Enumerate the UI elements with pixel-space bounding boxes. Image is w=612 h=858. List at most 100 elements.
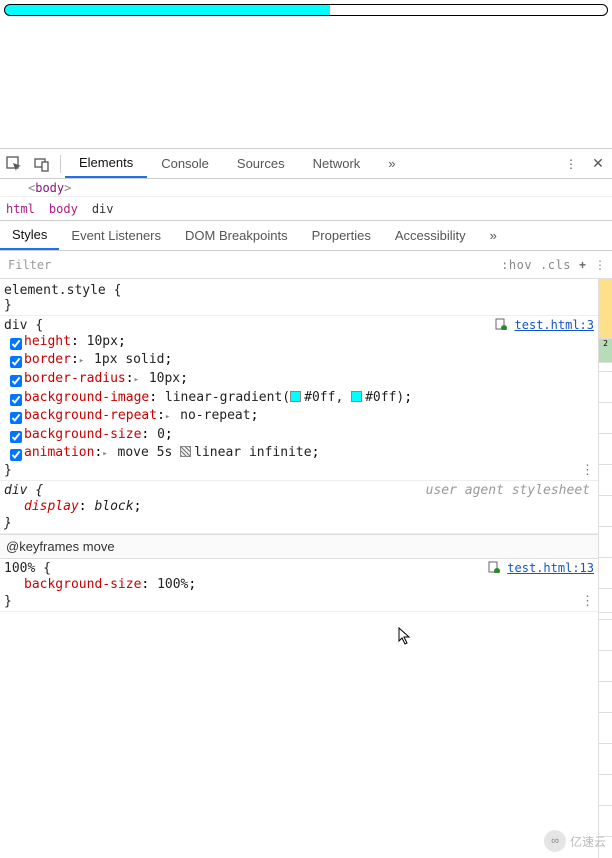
- rule-div[interactable]: test.html:3 div { height: 10px; border: …: [0, 316, 598, 481]
- separator: [60, 155, 61, 173]
- watermark: ∞ 亿速云: [544, 830, 606, 852]
- selector: element.style: [4, 283, 106, 298]
- overview-gutter[interactable]: 2: [598, 279, 612, 858]
- dom-tag: body: [35, 181, 64, 195]
- decl-background-repeat[interactable]: background-repeat: no-repeat;: [4, 407, 594, 426]
- styles-subtabs: Styles Event Listeners DOM Breakpoints P…: [0, 221, 612, 251]
- subtab-accessibility[interactable]: Accessibility: [383, 221, 478, 250]
- device-toggle-icon[interactable]: [28, 156, 56, 172]
- tab-sources[interactable]: Sources: [223, 149, 299, 178]
- val: 10px: [149, 371, 180, 386]
- filter-kebab-icon[interactable]: ⋮: [594, 258, 606, 272]
- subtab-styles[interactable]: Styles: [0, 221, 59, 250]
- val: move 5s linear infinite: [118, 445, 312, 460]
- brace: }: [4, 594, 12, 609]
- gutter-badge: 2: [599, 339, 612, 363]
- rule-ua-div: user agent stylesheet div { display: blo…: [0, 481, 598, 534]
- breadcrumb-div[interactable]: div: [92, 202, 114, 216]
- decl-background-size[interactable]: background-size: 0;: [4, 426, 594, 444]
- expand-icon[interactable]: [102, 445, 109, 460]
- color-hex: #0ff: [304, 390, 335, 405]
- decl-background-image[interactable]: background-image: linear-gradient(#0ff, …: [4, 389, 594, 407]
- devtools-panel: Elements Console Sources Network » ⋮ ✕ <…: [0, 148, 612, 858]
- color-swatch-icon[interactable]: [290, 391, 301, 402]
- inspect-icon[interactable]: [0, 156, 28, 172]
- gradient-close: ): [396, 390, 404, 405]
- sep: ,: [335, 390, 351, 405]
- brace: {: [35, 318, 43, 333]
- new-rule-icon[interactable]: +: [579, 258, 586, 272]
- decl-animation[interactable]: animation: move 5s linear infinite;: [4, 444, 594, 463]
- rule-kebab-icon[interactable]: ⋮: [581, 463, 594, 478]
- main-tabs: Elements Console Sources Network »: [65, 149, 410, 178]
- selector: 100%: [4, 561, 35, 576]
- expand-icon[interactable]: [79, 352, 86, 367]
- breadcrumb-body[interactable]: body: [49, 202, 78, 216]
- brace: }: [4, 516, 12, 531]
- prop: background-repeat: [24, 408, 157, 423]
- styles-body: element.style { } test.html:3 div { heig…: [0, 279, 612, 858]
- close-icon[interactable]: ✕: [584, 155, 612, 172]
- source-link[interactable]: test.html:13: [488, 561, 594, 575]
- tab-console[interactable]: Console: [147, 149, 223, 178]
- tabs-overflow-icon[interactable]: »: [374, 149, 409, 178]
- subtab-properties[interactable]: Properties: [300, 221, 383, 250]
- filter-input[interactable]: [6, 257, 493, 273]
- ua-note: user agent stylesheet: [426, 483, 594, 498]
- prop: border: [24, 352, 71, 367]
- decl-checkbox[interactable]: [6, 446, 25, 467]
- prop: border-radius: [24, 371, 126, 386]
- brace: }: [4, 298, 12, 313]
- breadcrumb-html[interactable]: html: [6, 202, 35, 216]
- decl-border[interactable]: border: 1px solid;: [4, 351, 594, 370]
- breadcrumb: html body div: [0, 197, 612, 221]
- prop: background-size: [24, 577, 141, 592]
- source-link-text[interactable]: test.html:3: [515, 318, 594, 332]
- expand-icon[interactable]: [165, 408, 172, 423]
- prop: background-image: [24, 390, 149, 405]
- devtools-toolbar: Elements Console Sources Network » ⋮ ✕: [0, 149, 612, 179]
- expand-icon[interactable]: [134, 371, 141, 386]
- decl-display: display: block;: [4, 498, 594, 516]
- prop: animation: [24, 445, 94, 460]
- source-link[interactable]: test.html:3: [495, 318, 594, 332]
- brace: {: [114, 283, 122, 298]
- tab-elements[interactable]: Elements: [65, 149, 147, 178]
- val: block: [94, 499, 133, 514]
- watermark-icon: ∞: [544, 830, 566, 852]
- decl-border-radius[interactable]: border-radius: 10px;: [4, 370, 594, 389]
- val: 100%: [157, 577, 188, 592]
- selector: div: [4, 483, 27, 498]
- subtab-dom-breakpoints[interactable]: DOM Breakpoints: [173, 221, 300, 250]
- color-hex: #0ff: [365, 390, 396, 405]
- brace: {: [43, 561, 51, 576]
- dom-tree-snippet[interactable]: <body>: [0, 179, 612, 197]
- kebab-menu-icon[interactable]: ⋮: [558, 157, 584, 171]
- rendered-page: [0, 0, 612, 148]
- rule-kebab-icon[interactable]: ⋮: [581, 594, 594, 609]
- source-link-text[interactable]: test.html:13: [507, 561, 594, 575]
- watermark-text: 亿速云: [570, 833, 606, 850]
- keyframes-header[interactable]: @keyframes move: [0, 534, 598, 559]
- subtab-event-listeners[interactable]: Event Listeners: [59, 221, 173, 250]
- rule-element-style[interactable]: element.style { }: [0, 281, 598, 316]
- prop: background-size: [24, 427, 141, 442]
- hov-toggle[interactable]: :hov: [501, 258, 532, 272]
- val: 1px solid: [94, 352, 164, 367]
- prop: display: [24, 499, 79, 514]
- decl-height[interactable]: height: 10px;: [4, 333, 594, 351]
- prop: height: [24, 334, 71, 349]
- cls-toggle[interactable]: .cls: [540, 258, 571, 272]
- selector: div: [4, 318, 27, 333]
- rule-keyframe-100[interactable]: test.html:13 100% { background-size: 100…: [0, 559, 598, 612]
- gradient-fn: linear-gradient(: [165, 390, 290, 405]
- val: no-repeat: [180, 408, 250, 423]
- brace: {: [35, 483, 43, 498]
- anim-rest: linear infinite: [194, 445, 311, 460]
- decl-kf-bgsize[interactable]: background-size: 100%;: [4, 576, 594, 594]
- easing-swatch-icon[interactable]: [180, 446, 191, 457]
- val: 0: [157, 427, 165, 442]
- color-swatch-icon[interactable]: [351, 391, 362, 402]
- tab-network[interactable]: Network: [299, 149, 375, 178]
- subtabs-overflow-icon[interactable]: »: [478, 221, 509, 250]
